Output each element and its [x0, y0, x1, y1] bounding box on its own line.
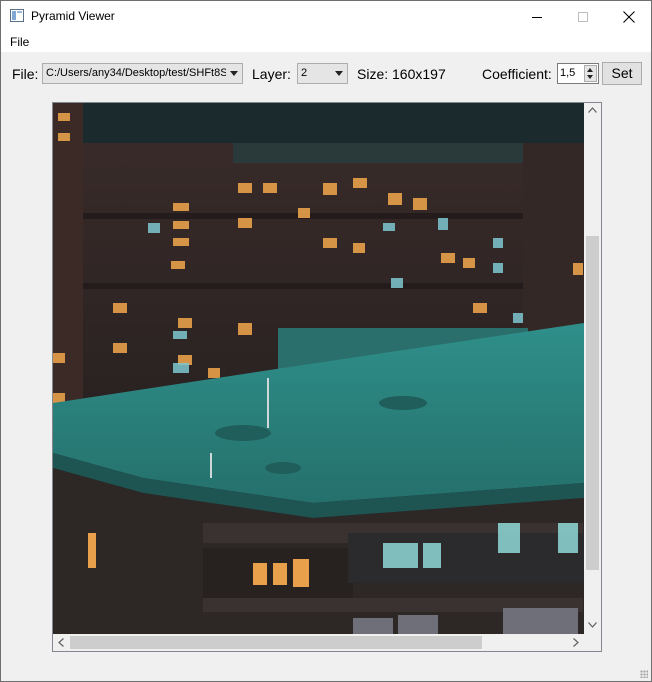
window-title: Pyramid Viewer: [31, 9, 115, 23]
horizontal-scroll-thumb[interactable]: [70, 636, 482, 649]
spin-buttons[interactable]: [584, 65, 597, 82]
file-label: File:: [12, 66, 39, 82]
size-text: Size: 160x197: [357, 66, 446, 82]
maximize-icon: [578, 11, 588, 22]
scroll-down-icon[interactable]: [588, 622, 597, 628]
vertical-scrollbar[interactable]: [584, 103, 601, 634]
close-icon: [623, 10, 635, 23]
spin-up-icon[interactable]: [587, 68, 593, 72]
set-button[interactable]: Set: [602, 62, 642, 85]
horizontal-scrollbar[interactable]: [53, 634, 584, 651]
main-window: Pyramid Viewer File File: C:/Users/any34…: [0, 0, 652, 682]
file-combo[interactable]: C:/Users/any34/Desktop/test/SHFt8S: [42, 63, 243, 84]
layer-label: Layer:: [252, 66, 291, 82]
file-combo-value: C:/Users/any34/Desktop/test/SHFt8S: [46, 67, 226, 79]
maximize-button[interactable]: [560, 1, 606, 32]
minimize-icon: [532, 16, 542, 18]
image-canvas: [53, 103, 584, 634]
scroll-corner: [584, 634, 601, 651]
image-viewer[interactable]: [52, 102, 602, 652]
scroll-right-icon[interactable]: [573, 638, 579, 647]
layer-combo[interactable]: 2: [297, 63, 348, 84]
scroll-up-icon[interactable]: [588, 107, 597, 113]
menu-bar: File: [1, 32, 651, 52]
spin-down-icon[interactable]: [587, 75, 593, 79]
chevron-down-icon: [230, 71, 238, 76]
pyramid-image: [53, 103, 584, 634]
coefficient-value: 1,5: [560, 67, 576, 79]
menu-file[interactable]: File: [10, 35, 29, 49]
scroll-left-icon[interactable]: [58, 638, 64, 647]
vertical-scroll-thumb[interactable]: [586, 236, 599, 570]
title-bar[interactable]: Pyramid Viewer: [1, 1, 651, 32]
coefficient-spinbox[interactable]: 1,5: [557, 63, 599, 84]
minimize-button[interactable]: [514, 1, 560, 32]
close-button[interactable]: [606, 1, 652, 32]
resize-grip-icon[interactable]: [640, 670, 648, 678]
chevron-down-icon: [335, 71, 343, 76]
app-icon: [10, 9, 24, 22]
toolbar: File: C:/Users/any34/Desktop/test/SHFt8S…: [1, 52, 651, 98]
coefficient-label: Coefficient:: [482, 66, 552, 82]
